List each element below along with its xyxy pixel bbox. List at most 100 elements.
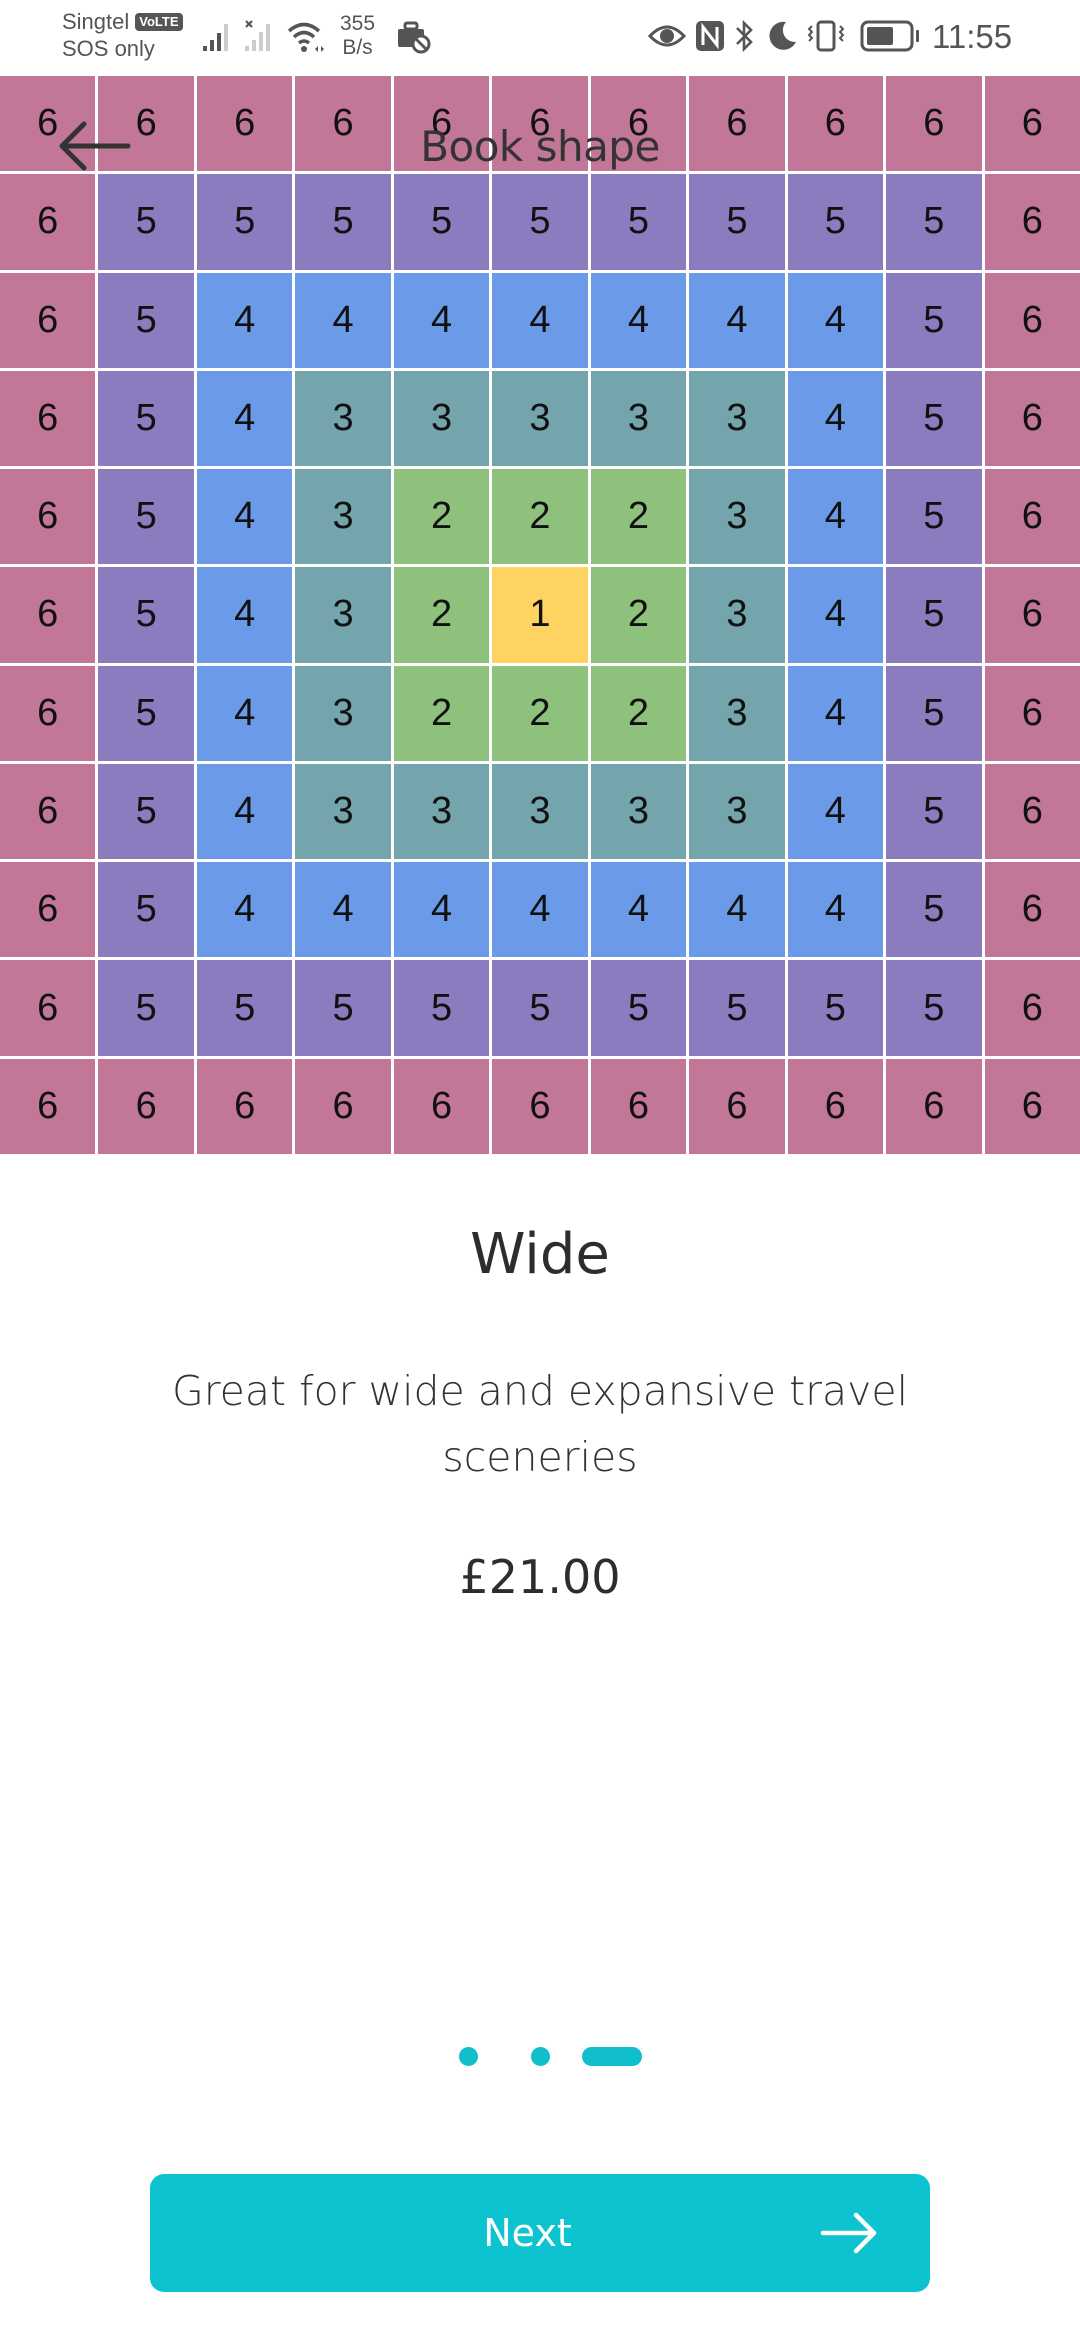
grid-cell: 6	[984, 469, 1080, 565]
grid-cell: 5	[98, 174, 194, 270]
grid-cell: 4	[196, 665, 293, 761]
grid-cell: 6	[984, 567, 1080, 663]
grid-cell: 3	[590, 370, 687, 467]
bluetooth-icon	[736, 19, 753, 53]
grid-cell: 6	[0, 960, 96, 1056]
grid-cell: 2	[393, 665, 490, 761]
grid-cell: 4	[787, 567, 884, 663]
grid-cell: 5	[787, 960, 884, 1056]
grid-cell: 6	[984, 862, 1080, 958]
grid-cell: 4	[295, 272, 391, 368]
grid-cell: 4	[787, 272, 884, 368]
grid-cell: 2	[492, 469, 588, 565]
nfc-icon	[696, 21, 724, 51]
grid-cell: 2	[393, 469, 490, 565]
grid-cell: 6	[0, 469, 96, 565]
grid-cell: 5	[98, 469, 194, 565]
net-speed-value: 355	[340, 12, 376, 35]
network-speed: 355 B/s	[340, 12, 375, 60]
grid-cell: 5	[393, 960, 490, 1056]
grid-cell: 6	[984, 272, 1080, 368]
arrow-right-icon	[820, 2212, 877, 2254]
grid-cell: 5	[98, 272, 194, 368]
grid-cell: 6	[0, 272, 96, 368]
grid-cell: 4	[196, 370, 293, 467]
grid-cell: 5	[787, 174, 884, 270]
carrier-status: SOS only	[62, 35, 155, 61]
signal-icon	[203, 24, 228, 51]
grid-cell: 6	[787, 1058, 884, 1154]
moon-icon	[769, 21, 796, 50]
grid-cell: 4	[590, 272, 687, 368]
page-dot[interactable]	[531, 2047, 550, 2066]
grid-cell: 6	[984, 763, 1080, 860]
grid-cell: 6	[0, 665, 96, 761]
grid-cell: 4	[787, 665, 884, 761]
shape-name: Wide	[470, 1222, 610, 1287]
grid-cell: 6	[0, 1058, 96, 1154]
grid-cell: 5	[492, 174, 588, 270]
next-button[interactable]: Next	[150, 2174, 930, 2292]
grid-cell: 1	[492, 567, 588, 663]
grid-cell: 3	[393, 370, 490, 467]
grid-cell: 5	[492, 960, 588, 1056]
grid-cell: 3	[689, 665, 785, 761]
grid-cell: 6	[0, 763, 96, 860]
grid-cell: 4	[689, 272, 785, 368]
grid-cell: 3	[295, 370, 391, 467]
grid-cell: 3	[393, 763, 490, 860]
eye-icon	[648, 25, 686, 47]
grid-cell: 4	[196, 862, 293, 958]
grid-cell: 3	[295, 665, 391, 761]
grid-cell: 4	[492, 272, 588, 368]
wifi-icon	[287, 22, 324, 52]
grid-cell: 3	[295, 763, 391, 860]
grid-cell: 4	[393, 862, 490, 958]
grid-cell: 3	[689, 763, 785, 860]
battery-icon	[860, 20, 919, 52]
grid-cell: 4	[196, 763, 293, 860]
grid-cell: 3	[295, 567, 391, 663]
grid-cell: 4	[393, 272, 490, 368]
carrier-info: Singtel VoLTE SOS only	[62, 8, 183, 62]
volte-badge: VoLTE	[135, 12, 183, 31]
grid-cell: 5	[689, 960, 785, 1056]
grid-cell: 5	[886, 174, 982, 270]
grid-cell: 6	[0, 567, 96, 663]
grid-cell: 2	[393, 567, 490, 663]
grid-cell: 6	[98, 1058, 194, 1154]
grid-cell: 6	[689, 1058, 785, 1154]
grid-cell: 6	[590, 1058, 687, 1154]
no-signal-icon	[245, 20, 270, 51]
grid-cell: 5	[295, 960, 391, 1056]
grid-cell: 5	[98, 370, 194, 467]
net-speed-unit: B/s	[342, 36, 373, 59]
page-dot[interactable]	[459, 2047, 478, 2066]
grid-cell: 2	[590, 665, 687, 761]
grid-cell: 5	[886, 272, 982, 368]
briefcase-blocked-icon	[398, 21, 431, 54]
grid-cell: 3	[590, 763, 687, 860]
grid-cell: 5	[98, 665, 194, 761]
grid-cell: 6	[0, 370, 96, 467]
page-dot-active[interactable]	[582, 2047, 642, 2066]
grid-cell: 4	[787, 862, 884, 958]
grid-cell: 6	[0, 862, 96, 958]
grid-cell: 6	[492, 1058, 588, 1154]
grid-cell: 6	[886, 1058, 982, 1154]
shape-price: £21.00	[459, 1550, 621, 1604]
grid-cell: 4	[787, 370, 884, 467]
grid-cell: 5	[886, 469, 982, 565]
grid-cell: 5	[98, 763, 194, 860]
status-bar: Singtel VoLTE SOS only 355 B/s 11:55	[0, 0, 1080, 76]
grid-cell: 5	[689, 174, 785, 270]
next-button-label: Next	[483, 2211, 572, 2255]
grid-cell: 6	[295, 1058, 391, 1154]
grid-cell: 4	[787, 469, 884, 565]
grid-cell: 3	[689, 469, 785, 565]
grid-cell: 6	[984, 1058, 1080, 1154]
grid-cell: 3	[492, 763, 588, 860]
grid-cell: 5	[886, 960, 982, 1056]
grid-cell: 3	[689, 370, 785, 467]
grid-cell: 4	[492, 862, 588, 958]
